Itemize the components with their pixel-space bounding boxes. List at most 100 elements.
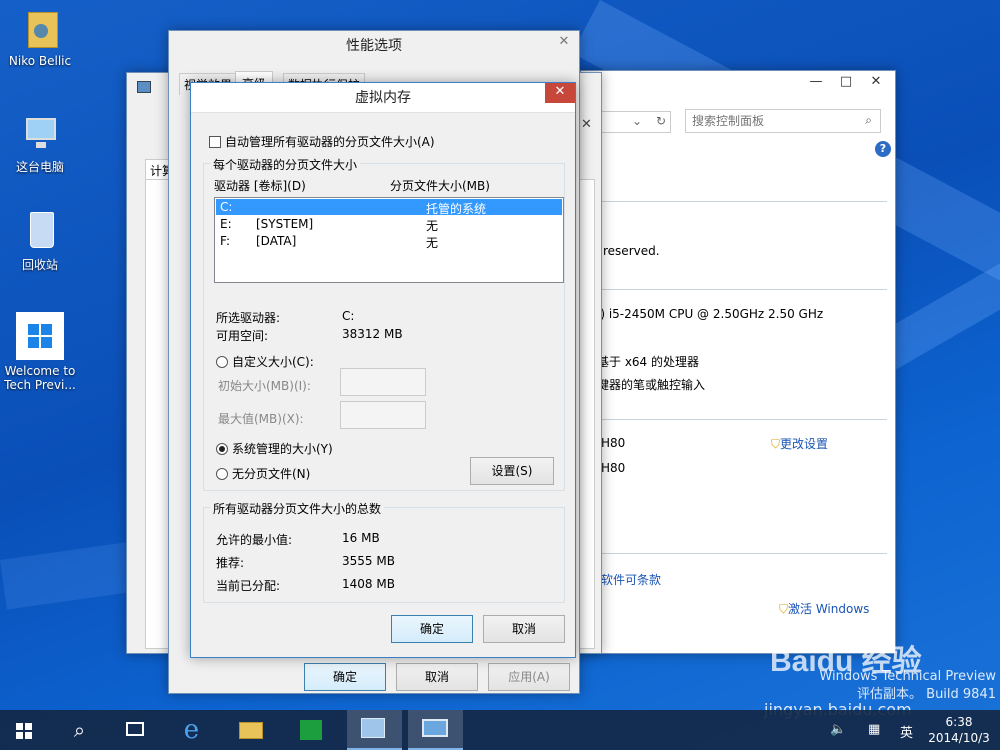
system-managed-radio[interactable]: 系统管理的大小(Y): [216, 440, 333, 457]
drive-letter: F:: [220, 234, 231, 248]
network-icon[interactable]: ▦: [868, 722, 880, 737]
baidu-logo: Baidu 经验: [770, 645, 922, 678]
task-view-icon: [126, 722, 144, 736]
no-paging-label: 无分页文件(N): [232, 467, 311, 481]
selected-drive-value: C:: [342, 309, 355, 323]
close-button[interactable]: ✕: [549, 33, 579, 53]
desktop-icon-recycle-bin[interactable]: 回收站: [0, 208, 80, 273]
control-panel-icon: [361, 718, 385, 738]
per-drive-group-title: 每个驱动器的分页文件大小: [210, 156, 361, 173]
free-space-value: 38312 MB: [342, 327, 403, 341]
divider: [597, 289, 887, 290]
initial-size-field[interactable]: [340, 368, 426, 396]
file-explorer-button[interactable]: [224, 710, 279, 750]
dialog-title: 虚拟内存: [191, 83, 575, 113]
drive-size: 无: [426, 219, 439, 233]
desktop-icon-label: Welcome to Tech Previ...: [4, 364, 76, 392]
window-title: 性能选项: [346, 38, 402, 54]
max-size-field[interactable]: [340, 401, 426, 429]
cancel-button[interactable]: 取消: [396, 663, 478, 691]
max-size-label: 最大值(MB)(X):: [218, 412, 304, 426]
recommended-value: 3555 MB: [342, 554, 395, 568]
minimize-button[interactable]: —: [801, 73, 831, 93]
store-button[interactable]: [284, 710, 339, 750]
search-input[interactable]: [692, 111, 852, 131]
custom-size-radio[interactable]: 自定义大小(C):: [216, 353, 314, 370]
ok-button[interactable]: 确定: [391, 615, 473, 643]
license-terms-link[interactable]: 软件可条款: [601, 571, 661, 588]
auto-manage-label: 自动管理所有驱动器的分页文件大小(A): [225, 135, 435, 149]
full-name-text: H80: [601, 461, 626, 475]
min-allowed-value: 16 MB: [342, 531, 380, 545]
internet-explorer-icon[interactable]: e: [164, 710, 219, 750]
desktop-icon-this-pc[interactable]: 这台电脑: [0, 110, 80, 175]
maximize-button[interactable]: □: [831, 73, 861, 93]
search-box[interactable]: ⌕: [685, 109, 881, 133]
apply-button[interactable]: 应用(A): [488, 663, 570, 691]
windows-logo-icon: [16, 723, 23, 730]
drive-size: 托管的系统: [426, 202, 487, 216]
help-icon[interactable]: ?: [875, 141, 891, 157]
copyright-text: reserved.: [603, 244, 660, 258]
close-button[interactable]: ✕: [545, 83, 575, 103]
checkbox-box[interactable]: [209, 136, 221, 148]
control-panel-window: — □ ✕ ⌄ ↻ ⌕ ? reserved. i) i5-2450M CPU …: [580, 70, 896, 654]
taskbar-control-panel[interactable]: [347, 710, 402, 750]
volume-icon[interactable]: 🔈: [830, 722, 846, 737]
close-icon[interactable]: ✕: [581, 117, 592, 132]
per-drive-groupbox: 每个驱动器的分页文件大小 驱动器 [卷标](D) 分页文件大小(MB) C: 托…: [203, 156, 565, 491]
search-icon[interactable]: ⌕: [52, 710, 107, 750]
refresh-icon[interactable]: ↻: [656, 114, 666, 128]
total-group-title: 所有驱动器分页文件大小的总数: [210, 500, 385, 517]
drive-size: 无: [426, 236, 439, 250]
set-button[interactable]: 设置(S): [470, 457, 554, 485]
radio-button[interactable]: [216, 443, 228, 455]
activate-label: 激活 Windows: [788, 602, 870, 616]
activate-windows-link[interactable]: ⛉激活 Windows: [779, 600, 869, 617]
taskbar-system[interactable]: [408, 710, 463, 750]
ime-indicator[interactable]: 英: [900, 722, 913, 741]
divider: [597, 201, 887, 202]
change-settings-label: 更改设置: [780, 437, 829, 451]
custom-size-label: 自定义大小(C):: [232, 355, 314, 369]
task-view-button[interactable]: [108, 710, 163, 750]
no-paging-radio[interactable]: 无分页文件(N): [216, 465, 310, 482]
computer-name-text: H80: [601, 436, 626, 450]
pen-text: 键器的笔或触控输入: [597, 378, 706, 392]
table-row[interactable]: C: 托管的系统: [216, 199, 562, 216]
divider: [597, 419, 887, 420]
drive-list[interactable]: C: 托管的系统 E: [SYSTEM] 无 F: [DATA] 无: [214, 197, 564, 283]
cpu-text: i) i5-2450M CPU @ 2.50GHz 2.50 GHz: [597, 307, 824, 321]
drive-letter: E:: [220, 217, 232, 231]
shield-icon: ⛉: [771, 437, 781, 451]
divider: [597, 553, 887, 554]
search-icon[interactable]: ⌕: [865, 113, 872, 128]
chevron-down-icon[interactable]: ⌄: [632, 114, 642, 128]
close-button[interactable]: ✕: [861, 73, 891, 93]
column-drive-header: 驱动器 [卷标](D): [214, 179, 306, 193]
change-settings-link[interactable]: ⛉更改设置: [771, 435, 828, 452]
desktop-icon-welcome[interactable]: Welcome to Tech Previ...: [0, 312, 80, 392]
desktop-icon-label: 这台电脑: [15, 160, 64, 174]
auto-manage-checkbox[interactable]: 自动管理所有驱动器的分页文件大小(A): [209, 133, 435, 150]
radio-button[interactable]: [216, 356, 228, 368]
table-row[interactable]: E: [SYSTEM] 无: [216, 216, 562, 233]
table-row[interactable]: F: [DATA] 无: [216, 233, 562, 250]
folder-icon: [239, 722, 263, 739]
system-icon: [422, 719, 448, 737]
allocated-value: 1408 MB: [342, 577, 395, 591]
min-allowed-label: 允许的最小值:: [216, 533, 293, 547]
os-type-text: 基于 x64 的处理器: [597, 355, 700, 369]
address-bar-end[interactable]: ⌄ ↻: [601, 111, 671, 133]
cancel-button[interactable]: 取消: [483, 615, 565, 643]
clock-time: 6:38: [945, 715, 973, 729]
column-size-header: 分页文件大小(MB): [390, 179, 490, 193]
ok-button[interactable]: 确定: [304, 663, 386, 691]
desktop-icon-label: 回收站: [21, 258, 58, 272]
clock[interactable]: 6:38 2014/10/3: [924, 714, 994, 746]
initial-size-label: 初始大小(MB)(I):: [218, 379, 311, 393]
virtual-memory-dialog: 虚拟内存 ✕ 自动管理所有驱动器的分页文件大小(A) 每个驱动器的分页文件大小 …: [190, 82, 576, 658]
start-button[interactable]: [0, 710, 55, 750]
radio-button[interactable]: [216, 468, 228, 480]
desktop-icon-user-folder[interactable]: Niko Bellic: [0, 6, 80, 68]
